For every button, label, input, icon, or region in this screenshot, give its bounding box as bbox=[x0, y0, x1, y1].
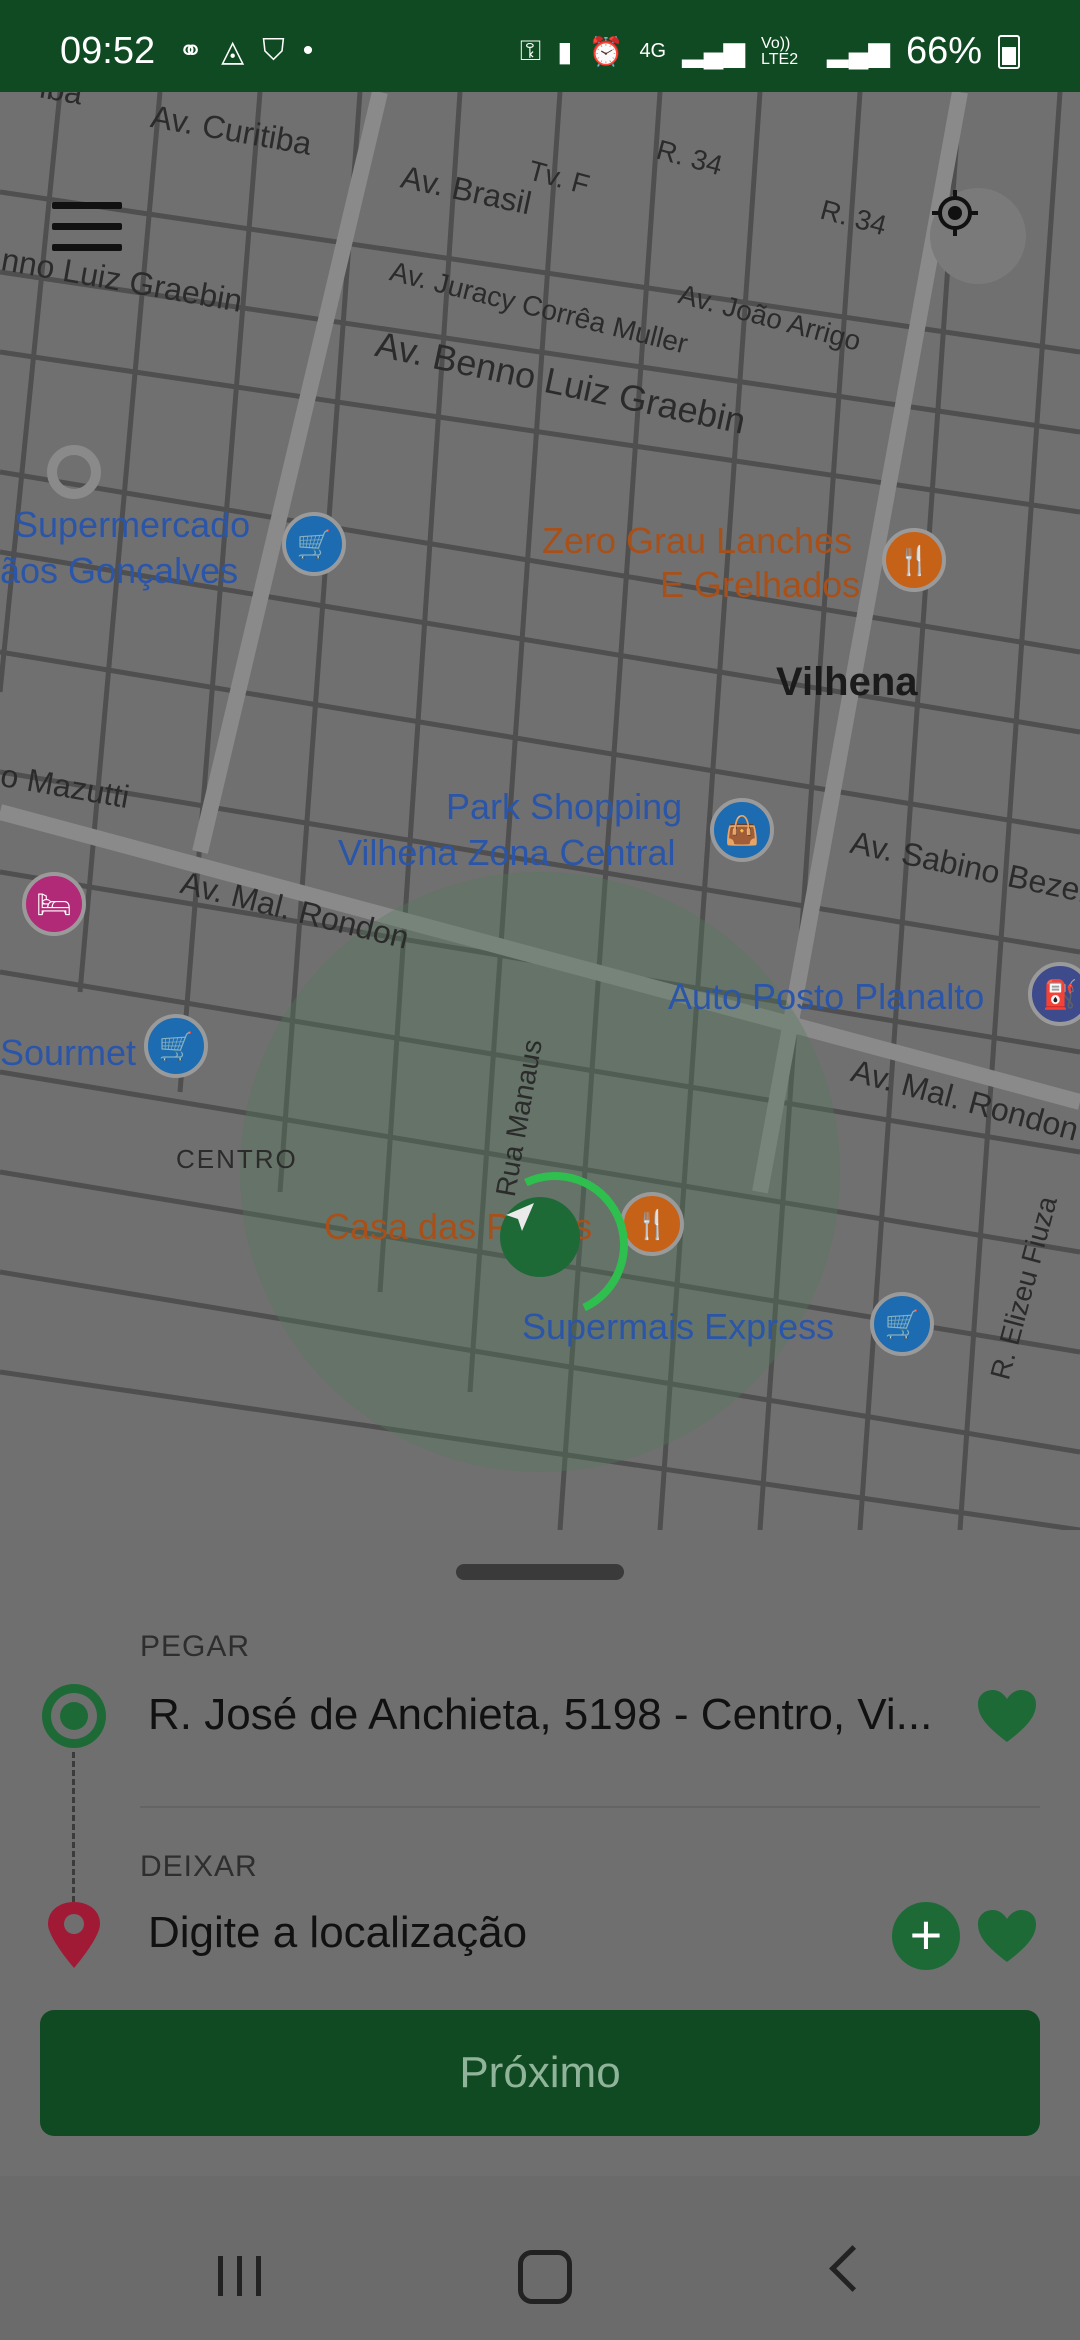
menu-icon bbox=[52, 202, 122, 209]
my-location-button[interactable] bbox=[930, 188, 1026, 284]
dropoff-label: DEIXAR bbox=[140, 1850, 258, 1883]
cart-icon[interactable]: 🛒 bbox=[144, 1014, 208, 1078]
alarm-icon: ⏰ bbox=[588, 36, 624, 67]
poi-label[interactable]: Park Shopping bbox=[446, 786, 682, 828]
link-icon: ⚭ bbox=[178, 35, 204, 68]
add-stop-button[interactable]: + bbox=[892, 1902, 960, 1970]
poi-label[interactable]: Sourmet bbox=[0, 1032, 136, 1074]
poi-label[interactable]: ãos Gonçalves bbox=[0, 550, 238, 592]
origin-icon bbox=[42, 1684, 106, 1748]
home-button[interactable] bbox=[518, 2250, 572, 2304]
cart-icon[interactable]: 🛒 bbox=[282, 512, 346, 576]
battery-icon bbox=[998, 34, 1020, 69]
shopping-bag-icon[interactable]: 👜 bbox=[710, 798, 774, 862]
map-view[interactable]: Av. Curitiba iba Av. Brasil Tv. F R. 34 … bbox=[0, 92, 1080, 1530]
clock: 09:52 bbox=[60, 30, 156, 72]
accuracy-circle bbox=[240, 872, 840, 1472]
crosshair-icon bbox=[932, 190, 978, 236]
sheet-drag-handle[interactable] bbox=[456, 1564, 624, 1580]
city-label: Vilhena bbox=[776, 660, 918, 704]
pickup-label: PEGAR bbox=[140, 1630, 251, 1663]
system-icons: ⚿ ▮ ⏰ 4G ▂▄▆ Vo)) LTE2 ▂▄▆ 66% bbox=[520, 30, 1020, 73]
dropoff-input[interactable]: Digite a localização bbox=[148, 1908, 527, 1958]
favorite-pickup-heart-icon[interactable] bbox=[976, 1688, 1038, 1744]
poi-label[interactable]: Supermercado bbox=[14, 504, 250, 546]
battery-saver-icon: ▮ bbox=[557, 36, 573, 67]
destination-pin-icon bbox=[48, 1902, 100, 1968]
battery-percent: 66% bbox=[905, 30, 982, 72]
dot-icon: • bbox=[302, 34, 314, 67]
network-type: 4G bbox=[639, 40, 667, 62]
key-icon: ⚿ bbox=[519, 35, 542, 66]
route-connector bbox=[72, 1752, 75, 1902]
notification-icons: ⚭ ◬ ⛉ • bbox=[178, 34, 313, 69]
shield-icon: ⛉ bbox=[262, 34, 285, 67]
poi-label[interactable]: E Grelhados bbox=[660, 564, 860, 606]
status-bar: 09:52 ⚭ ◬ ⛉ • ⚿ ▮ ⏰ 4G ▂▄▆ Vo)) LTE2 ▂▄▆… bbox=[0, 0, 1080, 92]
restaurant-icon[interactable]: 🍴 bbox=[620, 1192, 684, 1256]
signal-icon: ▂▄▆ bbox=[682, 36, 746, 67]
restaurant-icon[interactable]: 🍴 bbox=[882, 528, 946, 592]
carrier-tag: Vo)) LTE2 bbox=[761, 34, 799, 68]
pickup-field[interactable]: R. José de Anchieta, 5198 - Centro, Vi..… bbox=[148, 1690, 932, 1740]
cart-icon[interactable]: 🛒 bbox=[870, 1292, 934, 1356]
poi-label[interactable]: Zero Grau Lanches bbox=[542, 520, 852, 562]
menu-icon-bar bbox=[52, 223, 122, 230]
divider bbox=[140, 1806, 1040, 1808]
poi-label[interactable]: Auto Posto Planalto bbox=[668, 976, 984, 1018]
poi-label[interactable]: Vilhena Zona Central bbox=[338, 832, 676, 874]
hotspot-icon: ◬ bbox=[221, 35, 245, 68]
recents-button[interactable] bbox=[218, 2256, 261, 2296]
menu-button[interactable] bbox=[52, 202, 122, 254]
current-location-icon bbox=[500, 1197, 580, 1277]
favorite-dropoff-heart-icon[interactable] bbox=[976, 1908, 1038, 1964]
signal-icon-2: ▂▄▆ bbox=[827, 36, 890, 67]
menu-icon-bar bbox=[52, 244, 122, 251]
hotel-icon[interactable]: 🛏 bbox=[22, 872, 86, 936]
next-button[interactable]: Próximo bbox=[40, 2010, 1040, 2136]
district-label: CENTRO bbox=[176, 1144, 298, 1174]
